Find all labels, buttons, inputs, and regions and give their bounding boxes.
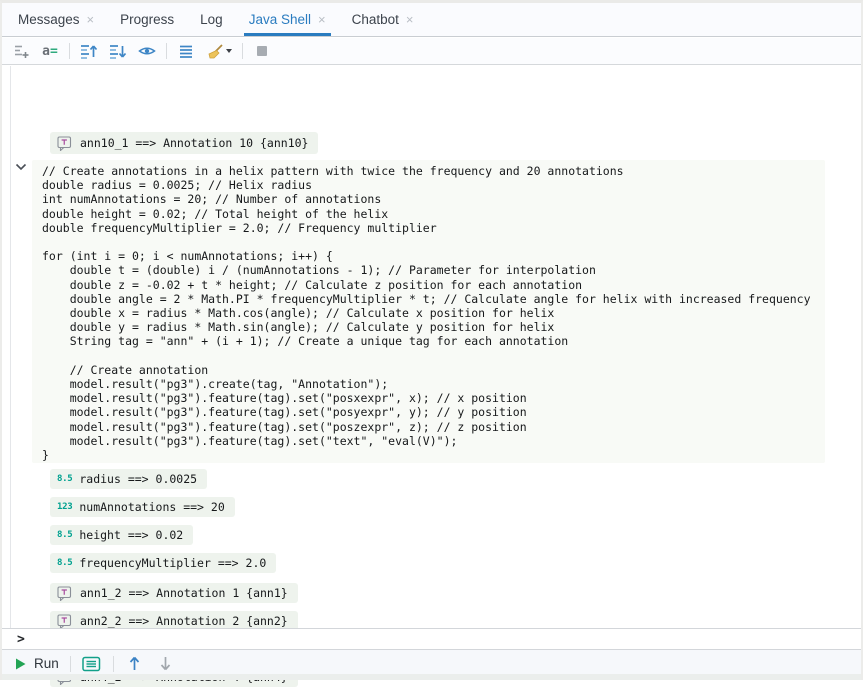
- dropdown-caret-icon[interactable]: [226, 49, 232, 53]
- variable-display-icon[interactable]: [40, 42, 60, 61]
- result-text: numAnnotations ==> 20: [79, 500, 224, 514]
- tab-log[interactable]: Log: [200, 3, 223, 36]
- result-text: ann10_1 ==> Annotation 10 {ann10}: [80, 136, 308, 150]
- tab-label: Java Shell: [249, 12, 311, 27]
- code-block[interactable]: // Create annotations in a helix pattern…: [32, 160, 825, 463]
- result-text: frequencyMultiplier ==> 2.0: [79, 556, 266, 570]
- tab-label: Log: [200, 12, 223, 27]
- annotation-icon: [57, 136, 73, 151]
- close-icon[interactable]: [318, 13, 326, 26]
- runbar-separator: [70, 656, 71, 672]
- eye-icon[interactable]: [137, 42, 157, 61]
- close-icon[interactable]: [87, 13, 95, 26]
- run-button[interactable]: Run: [16, 656, 59, 671]
- runbar-separator: [113, 656, 114, 672]
- java-shell-toolbar: [2, 38, 861, 65]
- toolbar-separator: [166, 43, 167, 59]
- history-down-icon[interactable]: [156, 654, 176, 673]
- toolbar-separator: [69, 43, 70, 59]
- console-view-icon[interactable]: [82, 654, 102, 673]
- clear-broom-icon[interactable]: [205, 42, 233, 61]
- tab-progress[interactable]: Progress: [120, 3, 174, 36]
- result-chip: ann1_2 ==> Annotation 1 {ann1}: [50, 583, 298, 603]
- result-text: radius ==> 0.0025: [79, 472, 197, 486]
- chevron-down-icon[interactable]: [15, 163, 27, 171]
- add-lines-icon[interactable]: [11, 42, 31, 61]
- gutter-divider: [10, 66, 11, 628]
- lines-down-icon[interactable]: [108, 42, 128, 61]
- play-icon: [16, 658, 26, 670]
- result-chip: 8.5 frequencyMultiplier ==> 2.0: [50, 553, 276, 573]
- tab-bar: Messages Progress Log Java Shell Chatbot: [2, 3, 861, 37]
- list-icon[interactable]: [176, 42, 196, 61]
- double-type-icon: 8.5: [57, 530, 72, 540]
- run-bar: Run: [2, 650, 861, 677]
- result-chip: 8.5 height ==> 0.02: [50, 525, 193, 545]
- result-text: ann2_2 ==> Annotation 2 {ann2}: [80, 614, 288, 628]
- result-chip: 8.5 radius ==> 0.0025: [50, 469, 207, 489]
- code-text: // Create annotations in a helix pattern…: [32, 160, 825, 468]
- window-bottom-edge: [2, 674, 861, 680]
- console-output-area: ann10_1 ==> Annotation 10 {ann10} // Cre…: [2, 66, 861, 628]
- history-up-icon[interactable]: [125, 654, 145, 673]
- run-button-label: Run: [34, 656, 59, 671]
- annotation-icon: [57, 614, 73, 629]
- result-chip: 123 numAnnotations ==> 20: [50, 497, 235, 517]
- close-icon[interactable]: [406, 13, 414, 26]
- tab-messages[interactable]: Messages: [18, 3, 94, 36]
- tab-java-shell[interactable]: Java Shell: [249, 3, 326, 36]
- result-text: height ==> 0.02: [79, 528, 183, 542]
- tab-label: Progress: [120, 12, 174, 27]
- double-type-icon: 8.5: [57, 474, 72, 484]
- command-input-line[interactable]: >: [2, 628, 861, 650]
- double-type-icon: 8.5: [57, 558, 72, 568]
- result-chip: ann10_1 ==> Annotation 10 {ann10}: [50, 132, 318, 154]
- annotation-icon: [57, 586, 73, 601]
- tab-label: Messages: [18, 12, 80, 27]
- toolbar-separator: [242, 43, 243, 59]
- int-type-icon: 123: [57, 502, 72, 512]
- prompt-symbol: >: [17, 632, 25, 647]
- result-text: ann1_2 ==> Annotation 1 {ann1}: [80, 586, 288, 600]
- tab-label: Chatbot: [352, 12, 399, 27]
- lines-up-icon[interactable]: [79, 42, 99, 61]
- tab-chatbot[interactable]: Chatbot: [352, 3, 414, 36]
- stop-icon[interactable]: [252, 42, 272, 61]
